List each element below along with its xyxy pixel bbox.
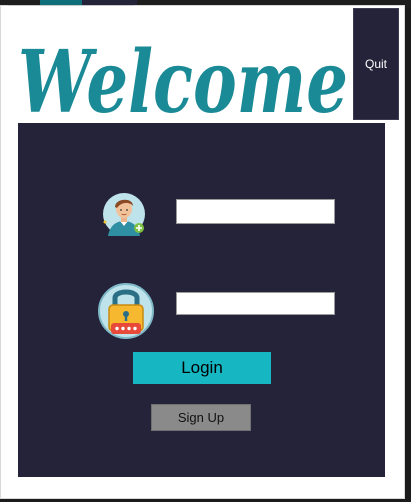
welcome-banner: Welcome bbox=[14, 8, 352, 124]
welcome-text: Welcome bbox=[18, 32, 348, 124]
login-label: Login bbox=[181, 358, 223, 377]
quit-button[interactable]: Quit bbox=[353, 8, 399, 120]
window-divider bbox=[8, 5, 134, 6]
username-input[interactable] bbox=[176, 199, 335, 224]
signup-button[interactable]: Sign Up bbox=[151, 404, 251, 431]
padlock-icon bbox=[96, 281, 156, 339]
quit-label: Quit bbox=[364, 57, 387, 71]
signup-label: Sign Up bbox=[177, 410, 225, 425]
password-input[interactable] bbox=[176, 292, 335, 315]
login-button[interactable]: Login bbox=[133, 352, 271, 384]
welcome-logo: Welcome bbox=[18, 32, 348, 124]
user-avatar-icon bbox=[102, 192, 146, 236]
